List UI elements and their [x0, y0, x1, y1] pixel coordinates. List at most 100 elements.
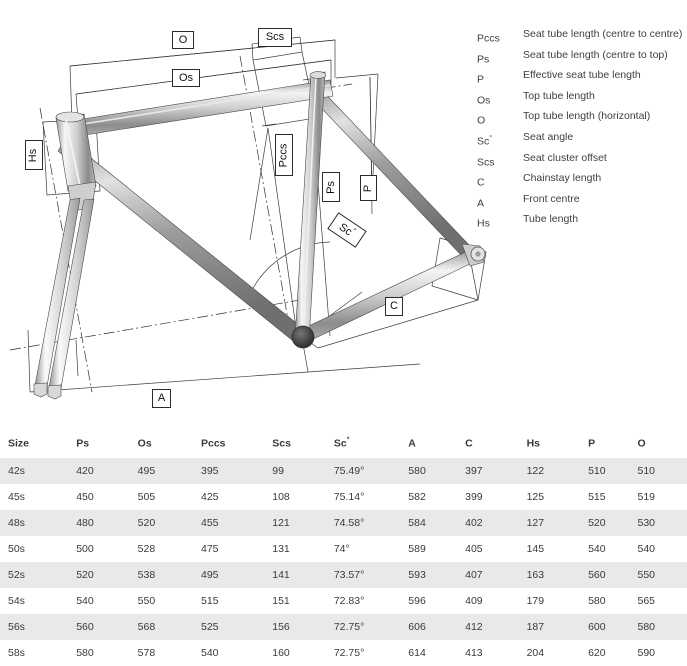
cell-hs: 163 [527, 562, 588, 588]
cell-pccs: 515 [201, 588, 272, 614]
cell-scs: 99 [272, 458, 334, 484]
column-header-p: P [588, 428, 637, 458]
legend-item: Os Top tube length [477, 90, 687, 111]
cell-hs: 122 [527, 458, 588, 484]
cell-hs: 179 [527, 588, 588, 614]
cell-os: 538 [138, 562, 201, 588]
cell-scs: 131 [272, 536, 334, 562]
cell-c: 402 [465, 510, 526, 536]
legend-item: P Effective seat tube length [477, 69, 687, 90]
legend-description: Seat angle [523, 131, 687, 144]
legend-description: Seat tube length (centre to centre) [523, 28, 687, 41]
callout-ps-label: Ps [326, 181, 337, 194]
table-row: 48s 480 520 455 121 74.58° 584 402 127 5… [0, 510, 687, 536]
column-header-ps: Ps [76, 428, 137, 458]
callout-c: C [385, 297, 403, 316]
callout-ps: Ps [322, 172, 340, 202]
table-row: 52s 520 538 495 141 73.57° 593 407 163 5… [0, 562, 687, 588]
cell-size: 45s [0, 484, 76, 510]
cell-seat-angle: 72.75° [334, 640, 408, 666]
frame-geometry-diagram: O Os Scs Hs Pccs Ps P Sc° C A Pccs Seat … [0, 0, 687, 425]
cell-a: 580 [408, 458, 465, 484]
cell-os: 495 [138, 458, 201, 484]
cell-c: 399 [465, 484, 526, 510]
table-row: 54s 540 550 515 151 72.83° 596 409 179 5… [0, 588, 687, 614]
legend-symbol: Sc° [477, 131, 523, 149]
bottom-bracket [292, 326, 314, 348]
cell-scs: 156 [272, 614, 334, 640]
cell-size: 52s [0, 562, 76, 588]
cell-p: 540 [588, 536, 637, 562]
cell-a: 614 [408, 640, 465, 666]
cell-size: 56s [0, 614, 76, 640]
cell-seat-angle: 75.14° [334, 484, 408, 510]
cell-os: 528 [138, 536, 201, 562]
cell-o: 519 [638, 484, 687, 510]
cell-c: 412 [465, 614, 526, 640]
column-header-scs: Scs [272, 428, 334, 458]
column-header-o: O [638, 428, 687, 458]
cell-size: 50s [0, 536, 76, 562]
cell-os: 578 [138, 640, 201, 666]
geometry-spec-table: Size Ps Os Pccs Scs Sc° A C Hs P O 42s 4… [0, 428, 687, 666]
callout-os-label: Os [179, 73, 193, 84]
cell-p: 510 [588, 458, 637, 484]
cell-seat-angle: 74.58° [334, 510, 408, 536]
cell-ps: 420 [76, 458, 137, 484]
legend-description: Top tube length (horizontal) [523, 110, 687, 123]
cell-size: 54s [0, 588, 76, 614]
cell-c: 405 [465, 536, 526, 562]
cell-seat-angle: 74° [334, 536, 408, 562]
callout-scs: Scs [258, 28, 292, 47]
column-header-seat-angle: Sc° [334, 428, 408, 458]
cell-p: 520 [588, 510, 637, 536]
cell-o: 590 [638, 640, 687, 666]
legend-description: Chainstay length [523, 172, 687, 185]
cell-ps: 580 [76, 640, 137, 666]
callout-pccs: Pccs [275, 134, 293, 176]
legend-item: O Top tube length (horizontal) [477, 110, 687, 131]
legend-description: Seat cluster offset [523, 152, 687, 165]
cell-size: 42s [0, 458, 76, 484]
table-header-row: Size Ps Os Pccs Scs Sc° A C Hs P O [0, 428, 687, 458]
cell-pccs: 540 [201, 640, 272, 666]
cell-a: 596 [408, 588, 465, 614]
cell-ps: 450 [76, 484, 137, 510]
legend-description: Front centre [523, 193, 687, 206]
table-row: 58s 580 578 540 160 72.75° 614 413 204 6… [0, 640, 687, 666]
cell-scs: 151 [272, 588, 334, 614]
callout-p: P [360, 175, 377, 201]
callout-os: Os [172, 69, 200, 87]
column-header-size: Size [0, 428, 76, 458]
cell-pccs: 475 [201, 536, 272, 562]
cell-scs: 160 [272, 640, 334, 666]
legend-symbol: Pccs [477, 28, 523, 46]
cell-pccs: 425 [201, 484, 272, 510]
cell-pccs: 495 [201, 562, 272, 588]
legend-item: Hs Tube length [477, 213, 687, 234]
cell-c: 407 [465, 562, 526, 588]
cell-scs: 141 [272, 562, 334, 588]
cell-a: 584 [408, 510, 465, 536]
cell-hs: 204 [527, 640, 588, 666]
legend-symbol: A [477, 193, 523, 211]
cell-a: 606 [408, 614, 465, 640]
callout-a-label: A [158, 393, 165, 404]
cell-size: 58s [0, 640, 76, 666]
cell-p: 600 [588, 614, 637, 640]
table-row: 42s 420 495 395 99 75.49° 580 397 122 51… [0, 458, 687, 484]
cell-ps: 560 [76, 614, 137, 640]
legend-description: Seat tube length (centre to top) [523, 49, 687, 62]
legend-description: Effective seat tube length [523, 69, 687, 82]
callout-scs-label: Scs [266, 32, 284, 43]
cell-o: 540 [638, 536, 687, 562]
legend-description: Tube length [523, 213, 687, 226]
column-header-os: Os [138, 428, 201, 458]
column-header-pccs: Pccs [201, 428, 272, 458]
column-header-c: C [465, 428, 526, 458]
cell-a: 593 [408, 562, 465, 588]
cell-a: 582 [408, 484, 465, 510]
cell-hs: 145 [527, 536, 588, 562]
cell-seat-angle: 72.83° [334, 588, 408, 614]
cell-size: 48s [0, 510, 76, 536]
